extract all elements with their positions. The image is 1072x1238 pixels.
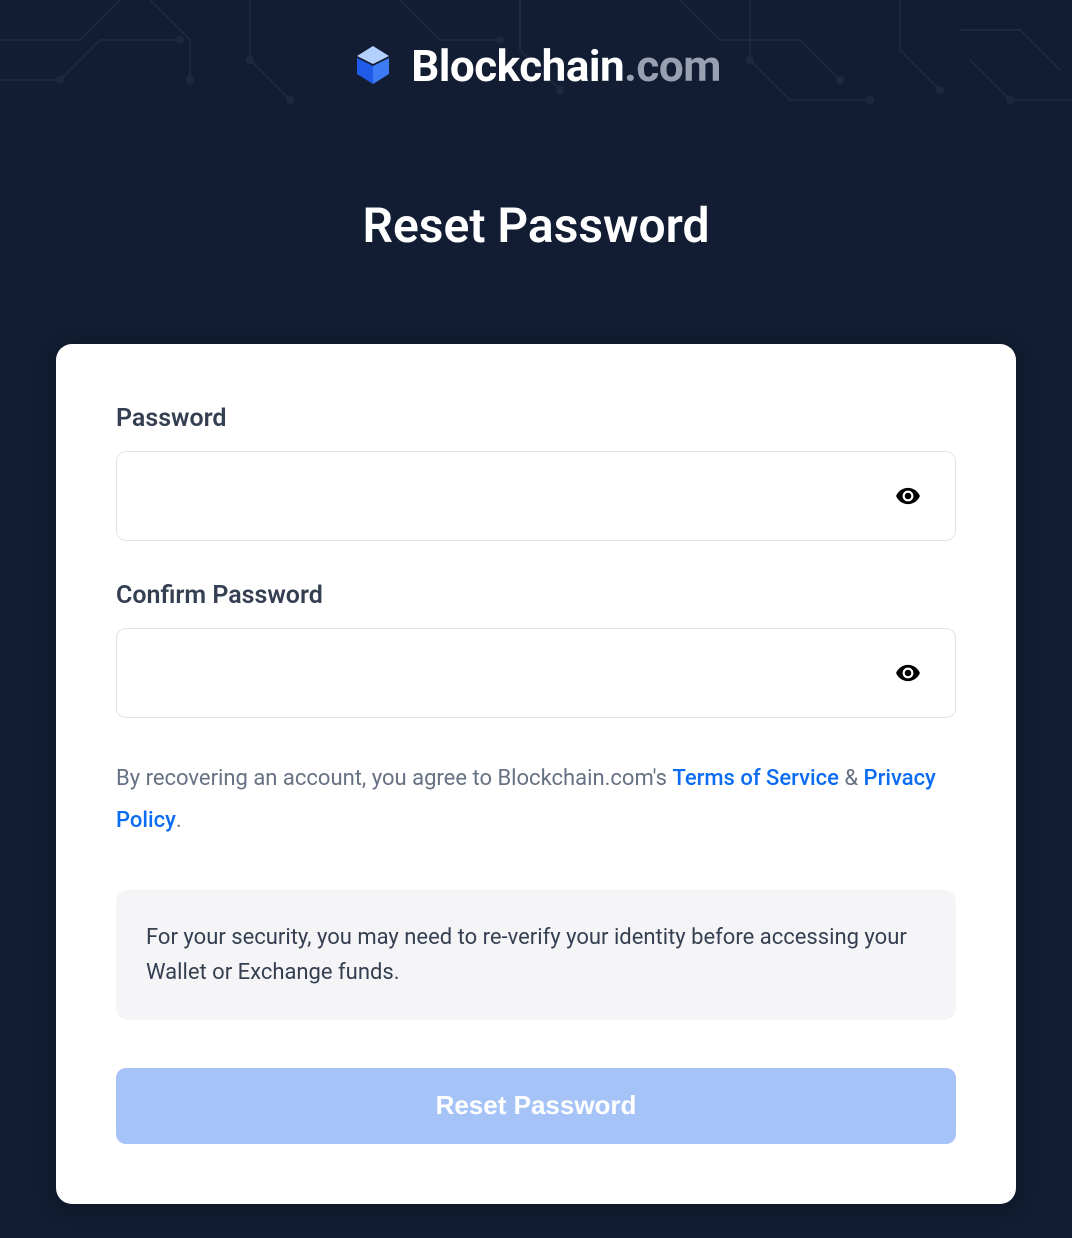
security-info-text: For your security, you may need to re-ve…: [146, 920, 926, 990]
agreement-prefix: By recovering an account, you agree to B…: [116, 766, 672, 791]
agreement-amp: &: [839, 766, 864, 791]
confirm-password-input[interactable]: [116, 628, 956, 718]
header: Blockchain.com: [0, 0, 1072, 112]
brand-name: Blockchain: [411, 40, 624, 92]
reset-password-button[interactable]: Reset Password: [116, 1068, 956, 1144]
confirm-password-field-group: Confirm Password: [116, 581, 956, 718]
password-label: Password: [116, 404, 956, 433]
password-input[interactable]: [116, 451, 956, 541]
terms-of-service-link[interactable]: Terms of Service: [672, 766, 838, 791]
password-field-group: Password: [116, 404, 956, 541]
confirm-password-label: Confirm Password: [116, 581, 956, 610]
confirm-password-input-wrapper: [116, 628, 956, 718]
agreement-period: .: [176, 808, 182, 833]
password-input-wrapper: [116, 451, 956, 541]
toggle-password-visibility-icon[interactable]: [888, 476, 928, 516]
brand-text: Blockchain.com: [411, 40, 721, 92]
toggle-confirm-visibility-icon[interactable]: [888, 653, 928, 693]
brand-suffix: .com: [624, 40, 721, 92]
security-info-banner: For your security, you may need to re-ve…: [116, 890, 956, 1020]
page-title: Reset Password: [0, 197, 1072, 254]
agreement-text: By recovering an account, you agree to B…: [116, 758, 956, 842]
blockchain-logo-icon: [351, 44, 395, 88]
reset-password-card: Password Confirm Password By recovering …: [56, 344, 1016, 1204]
